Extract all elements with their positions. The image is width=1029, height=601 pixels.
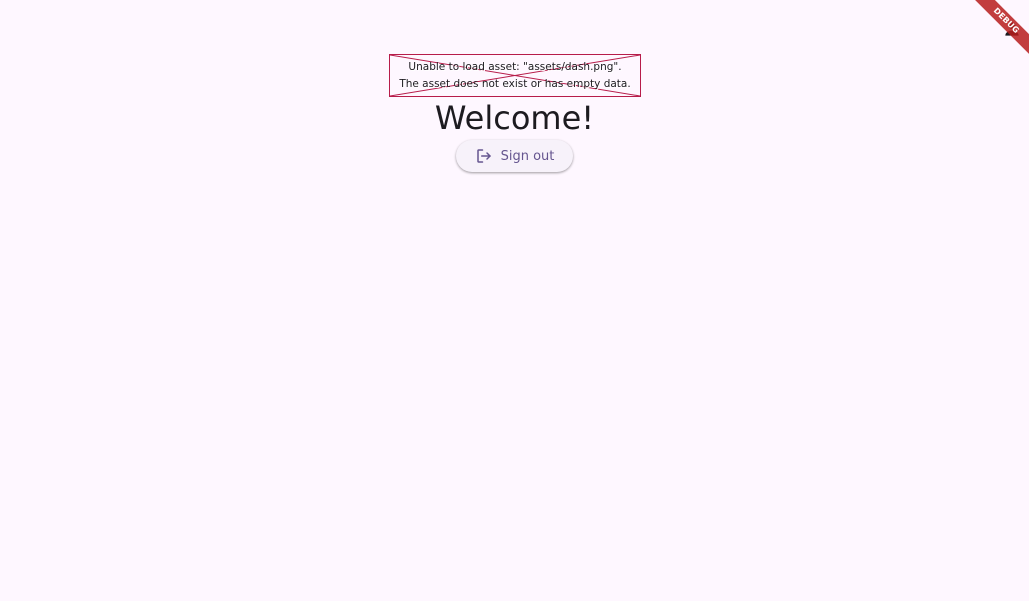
image-error-message-line-2: The asset does not exist or has empty da…: [399, 78, 631, 90]
sign-out-label: Sign out: [500, 148, 555, 164]
app-page: DEBUG Unable to load asset: "assets/dash…: [0, 0, 1029, 601]
image-load-error: Unable to load asset: "assets/dash.png".…: [389, 54, 641, 97]
welcome-title: Welcome!: [434, 99, 595, 137]
person-icon[interactable]: [1002, 19, 1022, 39]
sign-out-button[interactable]: Sign out: [456, 140, 573, 172]
image-error-message-line-1: Unable to load asset: "assets/dash.png".: [408, 61, 622, 73]
logout-icon: [475, 147, 493, 165]
